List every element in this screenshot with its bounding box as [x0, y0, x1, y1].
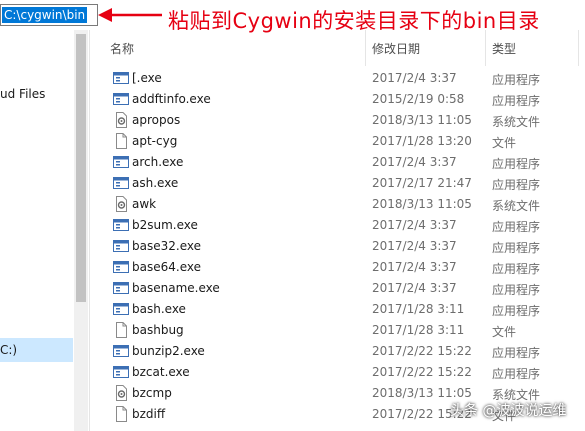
file-name: apropos [132, 113, 181, 127]
file-type: 文件 [492, 136, 517, 150]
file-row[interactable]: base64.exe 2017/2/4 3:37 应用程序 [90, 257, 585, 278]
file-name: arch.exe [132, 155, 184, 169]
file-type: 应用程序 [492, 283, 541, 297]
exe-icon [113, 301, 129, 317]
exe-icon [113, 217, 129, 233]
file-type: 应用程序 [492, 73, 541, 87]
file-row[interactable]: bzcat.exe 2017/2/22 15:22 应用程序 [90, 362, 585, 383]
file-name: base32.exe [132, 239, 201, 253]
file-name: bashbug [132, 323, 184, 337]
file-modified-date: 2017/1/28 13:20 [372, 134, 472, 148]
file-icon [113, 322, 129, 338]
column-header-date[interactable]: 修改日期 [372, 40, 420, 57]
file-row[interactable]: b2sum.exe 2017/2/4 3:37 应用程序 [90, 215, 585, 236]
system-file-icon [113, 112, 129, 128]
exe-icon [113, 91, 129, 107]
file-type: 应用程序 [492, 304, 541, 318]
nav-item-cloud-files[interactable]: ud Files [0, 87, 45, 101]
file-row[interactable]: addftinfo.exe 2015/2/19 0:58 应用程序 [90, 89, 585, 110]
file-type: 应用程序 [492, 220, 541, 234]
file-modified-date: 2017/2/17 21:47 [372, 176, 472, 190]
address-path[interactable]: C:\cygwin\bin [2, 7, 88, 23]
column-header-name[interactable]: 名称 [110, 40, 134, 57]
file-name: base64.exe [132, 260, 201, 274]
file-icon [113, 133, 129, 149]
file-name: awk [132, 197, 157, 211]
file-row[interactable]: [.exe 2017/2/4 3:37 应用程序 [90, 68, 585, 89]
file-type: 应用程序 [492, 157, 541, 171]
file-name: bash.exe [132, 302, 186, 316]
navigation-pane: ud Files C:) [0, 30, 78, 431]
column-header-row: 名称 修改日期 类型 [90, 30, 585, 66]
arrow-left-icon [98, 8, 162, 22]
file-type: 系统文件 [492, 199, 541, 213]
file-row[interactable]: base32.exe 2017/2/4 3:37 应用程序 [90, 236, 585, 257]
file-name: basename.exe [132, 281, 220, 295]
file-name: addftinfo.exe [132, 92, 211, 106]
file-modified-date: 2018/3/13 11:05 [372, 197, 472, 211]
file-type: 应用程序 [492, 367, 541, 381]
file-row[interactable]: bashbug 2017/1/28 3:11 文件 [90, 320, 585, 341]
file-type: 应用程序 [492, 262, 541, 276]
exe-icon [113, 70, 129, 86]
column-header-type[interactable]: 类型 [492, 40, 516, 57]
file-modified-date: 2017/2/4 3:37 [372, 218, 457, 232]
system-file-icon [113, 385, 129, 401]
file-row[interactable]: basename.exe 2017/2/4 3:37 应用程序 [90, 278, 585, 299]
file-name: [.exe [132, 71, 162, 85]
system-file-icon [113, 196, 129, 212]
file-type: 应用程序 [492, 178, 541, 192]
file-modified-date: 2018/3/13 11:05 [372, 386, 472, 400]
file-type: 应用程序 [492, 241, 541, 255]
file-row[interactable]: arch.exe 2017/2/4 3:37 应用程序 [90, 152, 585, 173]
file-modified-date: 2017/2/22 15:22 [372, 365, 472, 379]
file-type: 应用程序 [492, 346, 541, 360]
exe-icon [113, 343, 129, 359]
exe-icon [113, 280, 129, 296]
file-modified-date: 2017/2/4 3:37 [372, 281, 457, 295]
file-type: 应用程序 [492, 94, 541, 108]
file-modified-date: 2017/2/4 3:37 [372, 71, 457, 85]
file-name: bzcmp [132, 386, 172, 400]
file-modified-date: 2018/3/13 11:05 [372, 113, 472, 127]
column-separator[interactable] [365, 30, 366, 66]
file-name: bzdiff [132, 407, 166, 421]
address-bar[interactable]: C:\cygwin\bin [0, 4, 98, 26]
nav-scroll-thumb[interactable] [76, 34, 86, 302]
file-modified-date: 2017/2/4 3:37 [372, 260, 457, 274]
file-name: bunzip2.exe [132, 344, 205, 358]
file-type: 系统文件 [492, 115, 541, 129]
file-name: b2sum.exe [132, 218, 198, 232]
nav-scrollbar[interactable] [74, 30, 88, 431]
file-type: 文件 [492, 325, 517, 339]
exe-icon [113, 154, 129, 170]
column-separator[interactable] [578, 30, 579, 66]
column-separator[interactable] [485, 30, 486, 66]
exe-icon [113, 175, 129, 191]
file-row[interactable]: apt-cyg 2017/1/28 13:20 文件 [90, 131, 585, 152]
exe-icon [113, 259, 129, 275]
file-modified-date: 2017/2/4 3:37 [372, 239, 457, 253]
file-modified-date: 2017/1/28 3:11 [372, 302, 465, 316]
file-row[interactable]: awk 2018/3/13 11:05 系统文件 [90, 194, 585, 215]
file-row[interactable]: apropos 2018/3/13 11:05 系统文件 [90, 110, 585, 131]
file-name: ash.exe [132, 176, 179, 190]
file-name: bzcat.exe [132, 365, 190, 379]
exe-icon [113, 238, 129, 254]
watermark: 头条 @波波说运维 [450, 403, 567, 419]
file-modified-date: 2015/2/19 0:58 [372, 92, 465, 106]
file-row[interactable]: bash.exe 2017/1/28 3:11 应用程序 [90, 299, 585, 320]
file-icon [113, 406, 129, 422]
file-row[interactable]: ash.exe 2017/2/17 21:47 应用程序 [90, 173, 585, 194]
exe-icon [113, 364, 129, 380]
nav-item-drive-c[interactable]: C:) [0, 338, 73, 362]
file-modified-date: 2017/1/28 3:11 [372, 323, 465, 337]
file-row[interactable]: bunzip2.exe 2017/2/22 15:22 应用程序 [90, 341, 585, 362]
file-modified-date: 2017/2/22 15:22 [372, 344, 472, 358]
file-name: apt-cyg [132, 134, 178, 148]
file-modified-date: 2017/2/4 3:37 [372, 155, 457, 169]
